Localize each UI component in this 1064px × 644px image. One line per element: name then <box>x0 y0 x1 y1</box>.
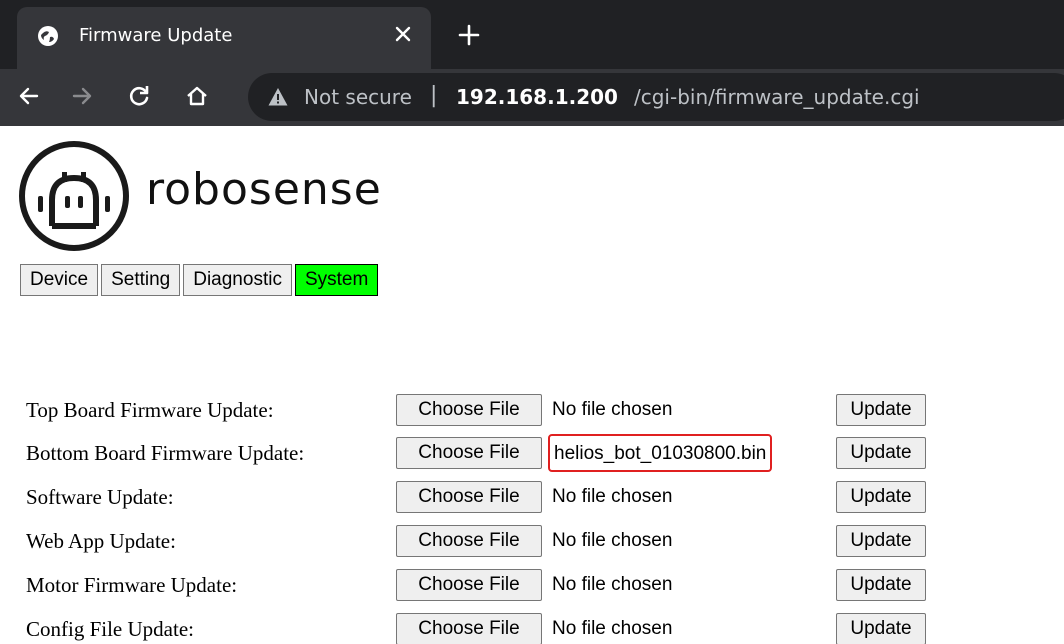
row-label: Web App Update: <box>26 529 176 553</box>
home-icon[interactable] <box>184 83 210 109</box>
file-status: No file chosen <box>552 399 673 420</box>
url-host: 192.168.1.200 <box>456 85 618 109</box>
choose-file-button[interactable]: Choose File <box>396 394 542 426</box>
row-label: Config File Update: <box>26 617 194 641</box>
selected-file-name: helios_bot_01030800.bin <box>548 434 773 472</box>
form-row: Config File Update: Choose File No file … <box>26 610 946 644</box>
file-status: No file chosen <box>552 574 673 595</box>
forward-arrow-icon[interactable] <box>69 83 95 109</box>
choose-file-button[interactable]: Choose File <box>396 437 542 469</box>
menu-system-button[interactable]: System <box>294 264 379 296</box>
choose-file-button[interactable]: Choose File <box>396 569 542 601</box>
menu-device-button[interactable]: Device <box>20 264 99 296</box>
choose-file-button[interactable]: Choose File <box>396 525 542 557</box>
warning-icon[interactable] <box>268 87 288 107</box>
globe-icon <box>38 26 58 46</box>
form-row: Bottom Board Firmware Update: Choose Fil… <box>26 434 946 472</box>
menu-setting-button[interactable]: Setting <box>101 264 181 296</box>
browser-toolbar: Not secure | 192.168.1.200 /cgi-bin/firm… <box>0 69 1064 126</box>
update-button[interactable]: Update <box>836 525 926 557</box>
form-row: Motor Firmware Update: Choose File No fi… <box>26 566 946 604</box>
brand-wordmark: robosense <box>146 164 382 215</box>
update-button[interactable]: Update <box>836 481 926 513</box>
update-button[interactable]: Update <box>836 394 926 426</box>
choose-file-button[interactable]: Choose File <box>396 481 542 513</box>
back-arrow-icon[interactable] <box>16 83 42 109</box>
file-status: No file chosen <box>552 486 673 507</box>
row-label: Top Board Firmware Update: <box>26 398 274 422</box>
tab-title: Firmware Update <box>79 25 233 46</box>
browser-tab-strip: Firmware Update <box>0 0 1064 69</box>
top-menu: Device Setting Diagnostic System <box>20 264 379 296</box>
robosense-logo-icon <box>19 141 129 251</box>
form-row: Web App Update: Choose File No file chos… <box>26 522 946 560</box>
update-button[interactable]: Update <box>836 569 926 601</box>
brand-name: robosense <box>146 164 382 215</box>
address-bar[interactable]: Not secure | 192.168.1.200 /cgi-bin/firm… <box>248 73 1064 121</box>
update-button[interactable]: Update <box>836 613 926 644</box>
url-path: /cgi-bin/firmware_update.cgi <box>634 85 920 109</box>
reload-icon[interactable] <box>126 83 152 109</box>
form-row: Software Update: Choose File No file cho… <box>26 478 946 516</box>
form-row: Top Board Firmware Update: Choose File N… <box>26 391 946 429</box>
row-label: Motor Firmware Update: <box>26 573 238 597</box>
menu-diagnostic-button[interactable]: Diagnostic <box>183 264 292 296</box>
update-button[interactable]: Update <box>836 437 926 469</box>
browser-tab[interactable]: Firmware Update <box>17 7 431 69</box>
file-status: No file chosen <box>552 618 673 639</box>
row-label: Software Update: <box>26 485 174 509</box>
close-icon[interactable] <box>393 24 413 44</box>
choose-file-button[interactable]: Choose File <box>396 613 542 644</box>
url-separator: | <box>430 83 438 108</box>
plus-icon[interactable] <box>458 24 480 46</box>
row-label: Bottom Board Firmware Update: <box>26 441 305 465</box>
not-secure-label[interactable]: Not secure <box>304 84 412 110</box>
file-status: No file chosen <box>552 530 673 551</box>
